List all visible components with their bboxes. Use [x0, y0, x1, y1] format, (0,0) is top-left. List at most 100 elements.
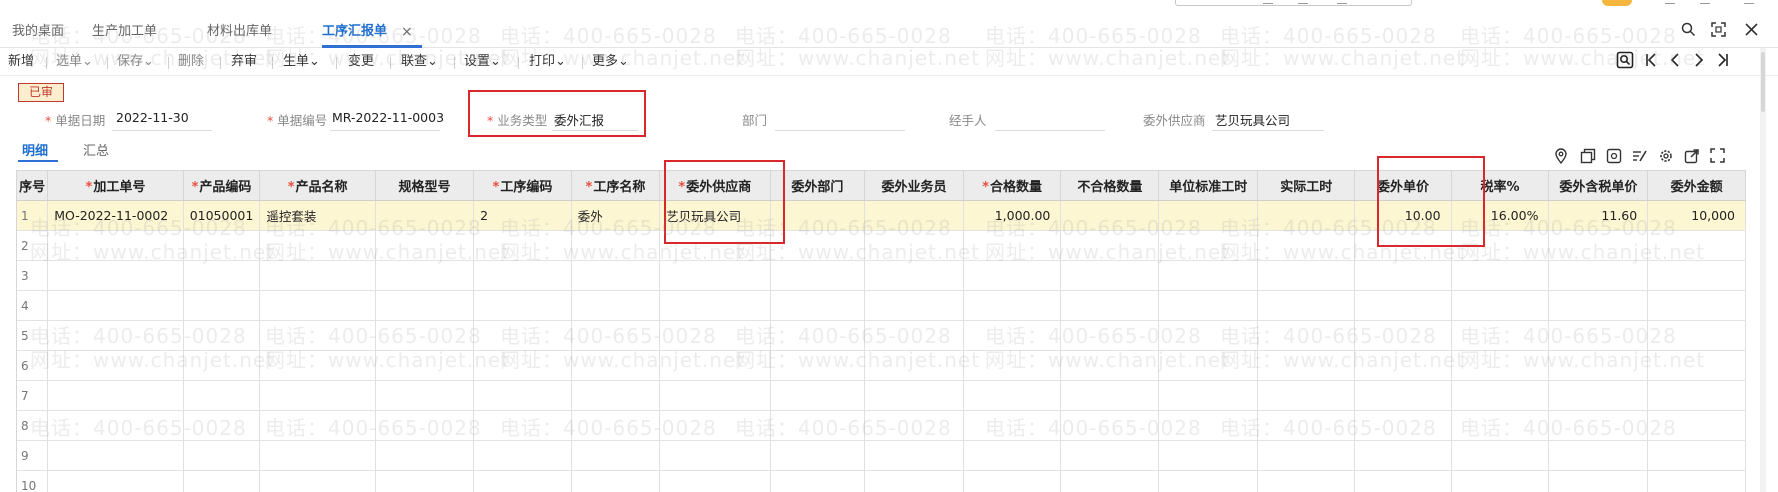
restore-icon[interactable]: [1711, 22, 1726, 42]
table-cell[interactable]: [770, 470, 866, 492]
new-button[interactable]: 新增: [8, 53, 34, 71]
tab-material-issue[interactable]: 材料出库单: [207, 22, 272, 42]
table-cell[interactable]: [1354, 320, 1452, 351]
table-cell[interactable]: [183, 260, 261, 291]
table-cell[interactable]: [571, 350, 661, 381]
table-cell[interactable]: [1354, 410, 1452, 441]
table-cell[interactable]: [963, 230, 1062, 261]
top-mini-icon[interactable]: [1298, 0, 1308, 4]
vertical-scrollbar[interactable]: [1760, 48, 1766, 492]
query-button[interactable]: 联查⌄: [401, 53, 438, 71]
table-cell[interactable]: [963, 260, 1062, 291]
insert-row-icon[interactable]: [1606, 148, 1622, 167]
table-cell[interactable]: [375, 260, 475, 291]
table-cell[interactable]: [1548, 260, 1649, 291]
table-cell[interactable]: [571, 470, 661, 492]
table-cell[interactable]: [259, 350, 376, 381]
table-cell[interactable]: [1647, 290, 1746, 321]
table-cell[interactable]: [1451, 260, 1550, 291]
table-cell[interactable]: [1354, 380, 1452, 411]
column-header[interactable]: *工序编码: [473, 170, 572, 201]
table-cell[interactable]: [1647, 350, 1746, 381]
table-row[interactable]: 10: [17, 470, 1746, 492]
column-header[interactable]: 序号: [17, 170, 49, 201]
table-cell[interactable]: [864, 200, 964, 231]
table-cell[interactable]: [259, 470, 376, 492]
table-row[interactable]: 8: [17, 410, 1746, 441]
table-cell[interactable]: [1257, 290, 1356, 321]
prev-record-icon[interactable]: [1668, 51, 1682, 74]
tab-process-report[interactable]: 工序汇报单: [322, 22, 387, 42]
table-cell[interactable]: [1647, 440, 1746, 471]
table-cell[interactable]: [1158, 350, 1259, 381]
table-cell[interactable]: [571, 230, 661, 261]
table-cell[interactable]: [473, 380, 572, 411]
abandon-audit-button[interactable]: 弃审: [231, 53, 257, 71]
settings-button[interactable]: 设置⌄: [464, 53, 501, 71]
table-cell[interactable]: [1257, 470, 1356, 492]
table-row[interactable]: 1 MO-2022-11-0002 01050001 遥控套装 2 委外 艺贝玩具公司 1,0…: [17, 200, 1746, 231]
table-cell[interactable]: [1257, 260, 1356, 291]
table-cell[interactable]: [1354, 440, 1452, 471]
table-cell[interactable]: 01050001: [183, 200, 261, 231]
table-cell[interactable]: [864, 470, 964, 492]
top-mini-icon[interactable]: [1744, 0, 1754, 4]
table-row[interactable]: 2: [17, 230, 1746, 261]
table-cell[interactable]: [659, 380, 771, 411]
table-cell[interactable]: [1060, 470, 1160, 492]
table-cell[interactable]: [1158, 380, 1259, 411]
column-header[interactable]: *工序名称: [571, 170, 661, 201]
column-header[interactable]: 委外含税单价: [1548, 170, 1649, 201]
table-cell[interactable]: [47, 350, 184, 381]
change-button[interactable]: 变更: [348, 53, 374, 71]
table-cell[interactable]: [375, 380, 475, 411]
tab-my-desktop[interactable]: 我的桌面: [12, 22, 64, 42]
table-cell[interactable]: [659, 320, 771, 351]
table-cell[interactable]: [1647, 470, 1746, 492]
table-cell[interactable]: [183, 350, 261, 381]
table-cell[interactable]: 2: [473, 200, 572, 231]
table-cell[interactable]: [770, 350, 866, 381]
subtab-detail[interactable]: 明细: [22, 140, 48, 159]
table-cell[interactable]: [1647, 260, 1746, 291]
table-cell[interactable]: [47, 380, 184, 411]
table-cell[interactable]: [259, 410, 376, 441]
top-mini-icon[interactable]: [1337, 0, 1347, 4]
print-button[interactable]: 打印⌄: [529, 53, 566, 71]
table-cell[interactable]: 10,000: [1647, 200, 1746, 231]
table-cell[interactable]: [1451, 440, 1550, 471]
table-cell[interactable]: 遥控套装: [259, 200, 376, 231]
table-cell[interactable]: [1548, 230, 1649, 261]
table-cell[interactable]: [864, 440, 964, 471]
table-cell[interactable]: [1647, 320, 1746, 351]
table-cell[interactable]: [864, 410, 964, 441]
table-cell[interactable]: [1451, 380, 1550, 411]
table-cell[interactable]: [1257, 440, 1356, 471]
table-cell[interactable]: [770, 380, 866, 411]
table-cell[interactable]: [770, 260, 866, 291]
save-button[interactable]: 保存⌄: [117, 53, 154, 71]
generate-button[interactable]: 生单⌄: [283, 53, 320, 71]
table-cell[interactable]: [864, 380, 964, 411]
table-cell[interactable]: [571, 440, 661, 471]
column-header[interactable]: *产品编码: [183, 170, 261, 201]
table-cell[interactable]: [259, 260, 376, 291]
table-cell[interactable]: [183, 440, 261, 471]
table-cell[interactable]: [375, 470, 475, 492]
table-cell[interactable]: [1548, 440, 1649, 471]
table-cell[interactable]: [864, 260, 964, 291]
column-header[interactable]: 规格型号: [375, 170, 475, 201]
export-icon[interactable]: [1684, 148, 1700, 167]
table-cell[interactable]: [1158, 470, 1259, 492]
table-row[interactable]: 4: [17, 290, 1746, 321]
table-cell[interactable]: [47, 260, 184, 291]
table-cell[interactable]: [473, 320, 572, 351]
table-cell[interactable]: [259, 290, 376, 321]
table-cell[interactable]: [1060, 290, 1160, 321]
preview-icon[interactable]: [1616, 51, 1634, 74]
table-cell[interactable]: [1158, 230, 1259, 261]
fullscreen-icon[interactable]: [1710, 148, 1725, 166]
table-cell[interactable]: [1060, 440, 1160, 471]
table-cell[interactable]: 委外: [571, 200, 661, 231]
table-cell[interactable]: [1257, 230, 1356, 261]
